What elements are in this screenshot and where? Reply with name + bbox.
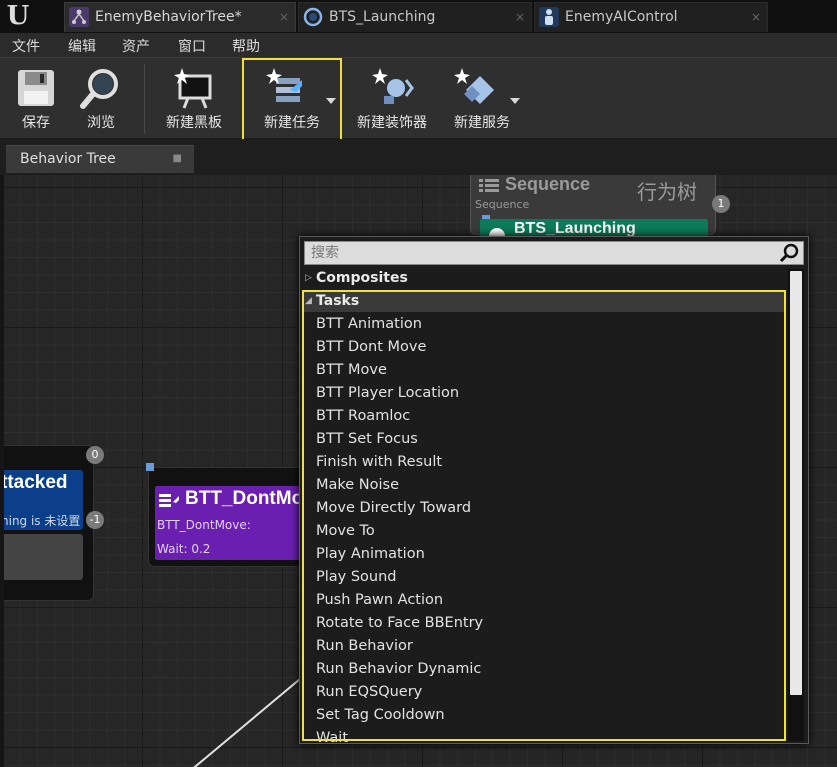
new-task-icon — [264, 66, 308, 110]
browse-label: 浏览 — [87, 115, 115, 131]
search-field[interactable] — [304, 241, 804, 265]
tab-bts-launching[interactable]: BTS_Launching × — [298, 2, 532, 32]
scrollbar[interactable] — [788, 269, 804, 741]
new-task-button[interactable]: 新建任务 — [250, 60, 336, 138]
title-bar: U EnemyBehaviorTree* × BTS_Launching × E… — [0, 0, 837, 33]
search-input[interactable] — [311, 244, 771, 262]
blueprint-circle-icon — [303, 7, 323, 27]
new-blackboard-icon — [172, 66, 216, 110]
search-icon[interactable] — [779, 243, 801, 263]
save-button[interactable]: 保存 — [8, 60, 64, 138]
close-icon[interactable]: × — [279, 3, 289, 31]
tab-behavior-tree[interactable]: Behavior Tree ■ — [6, 145, 194, 173]
tab-label: EnemyAIControl — [565, 9, 678, 25]
new-task-label: 新建任务 — [264, 115, 320, 131]
menu-window[interactable]: 窗口 — [178, 36, 206, 56]
tab-options-icon[interactable]: ■ — [173, 146, 182, 172]
category-label: Composites — [316, 270, 408, 286]
new-service-icon — [452, 66, 496, 110]
new-decorator-label: 新建装饰器 — [357, 115, 427, 131]
menu-bar: 文件 编辑 资产 窗口 帮助 — [0, 33, 837, 57]
new-blackboard-label: 新建黑板 — [166, 115, 222, 131]
tab-label: Behavior Tree — [20, 151, 116, 167]
browse-button[interactable]: 浏览 — [72, 60, 130, 138]
scrollbar-thumb[interactable] — [790, 271, 802, 695]
task-picker-menu: ▷ Composites ◢ Tasks BTT AnimationBTT Do… — [299, 236, 809, 744]
save-icon — [14, 66, 58, 110]
chevron-down-icon[interactable] — [326, 98, 336, 104]
tab-enemy-ai-control[interactable]: EnemyAIControl × — [534, 2, 768, 32]
menu-asset[interactable]: 资产 — [122, 36, 150, 56]
editor-tab-bar: Behavior Tree ■ — [0, 139, 837, 175]
tab-label: EnemyBehaviorTree* — [95, 9, 242, 25]
close-icon[interactable]: × — [751, 3, 761, 31]
toolbar-divider — [144, 64, 145, 134]
category-composites[interactable]: ▷ Composites — [302, 267, 786, 289]
behavior-tree-icon — [69, 7, 89, 27]
new-decorator-icon — [370, 66, 414, 110]
new-blackboard-button[interactable]: 新建黑板 — [156, 60, 232, 138]
menu-file[interactable]: 文件 — [12, 36, 40, 56]
toolbar: 保存 浏览 新建黑板 新建任务 新建装饰器 新建服务 — [0, 57, 837, 142]
tab-enemy-behavior-tree[interactable]: EnemyBehaviorTree* × — [64, 2, 296, 32]
save-label: 保存 — [22, 115, 50, 131]
new-service-label: 新建服务 — [454, 115, 510, 131]
tab-label: BTS_Launching — [329, 9, 436, 25]
close-icon[interactable]: × — [515, 3, 525, 31]
new-decorator-button[interactable]: 新建装饰器 — [352, 60, 432, 138]
expand-arrow-icon: ▷ — [305, 273, 312, 283]
tasks-highlight — [302, 290, 786, 741]
ai-controller-icon — [539, 7, 559, 27]
chevron-down-icon[interactable] — [510, 98, 520, 104]
menu-help[interactable]: 帮助 — [232, 36, 260, 56]
magnifier-icon — [79, 66, 123, 110]
new-service-button[interactable]: 新建服务 — [440, 60, 524, 138]
unreal-logo-icon: U — [6, 1, 30, 31]
menu-edit[interactable]: 编辑 — [68, 36, 96, 56]
